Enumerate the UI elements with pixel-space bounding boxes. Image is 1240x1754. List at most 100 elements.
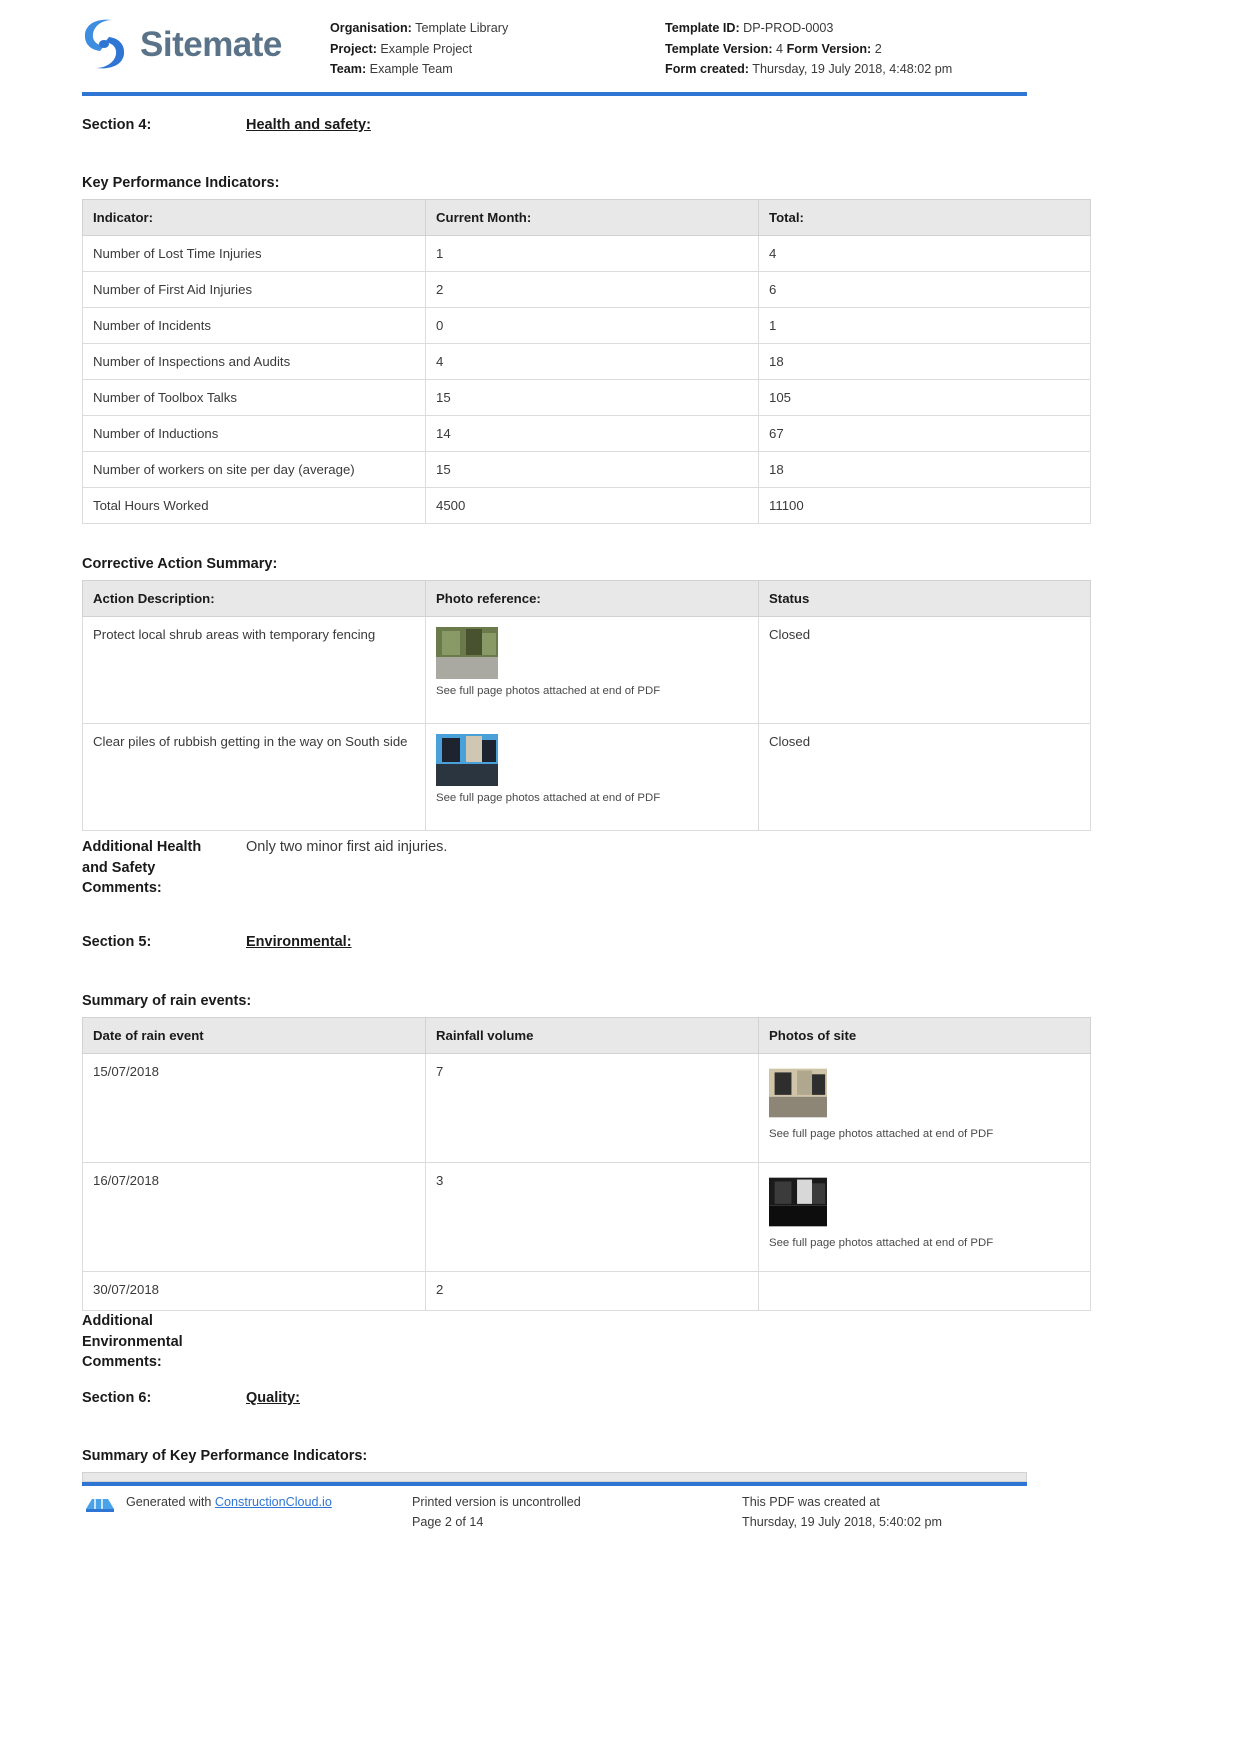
table-row: 15/07/2018 7 See full page photos attached… xyxy=(82,1053,1091,1163)
table-row: 30/07/2018 2 xyxy=(82,1271,1091,1311)
table-row: Clear piles of rubbish getting in the wa… xyxy=(82,723,1091,831)
table-row: Number of Inductions 14 67 xyxy=(82,415,1091,452)
corrective-col-description: Action Description: xyxy=(82,580,426,617)
rain-table-header-row: Date of rain event Rainfall volume Photo… xyxy=(82,1017,1091,1054)
kpi-table-wrap: Indicator: Current Month: Total: Number … xyxy=(82,199,1091,524)
table-row: Number of First Aid Injuries 2 6 xyxy=(82,271,1091,308)
table-row: Protect local shrub areas with temporary… xyxy=(82,616,1091,724)
photo-thumbnail xyxy=(436,734,498,786)
brand-name: Sitemate xyxy=(140,24,282,64)
footer-created-info: This PDF was created at Thursday, 19 Jul… xyxy=(742,1492,1027,1532)
kpi-cell-current: 15 xyxy=(425,379,759,416)
kpi-cell-current: 15 xyxy=(425,451,759,488)
meta-organisation-value: Template Library xyxy=(415,21,509,35)
document-page: Sitemate Organisation: Template Library … xyxy=(0,0,1240,1754)
kpi-cell-current: 2 xyxy=(425,271,759,308)
kpi-cell-indicator: Number of Inspections and Audits xyxy=(82,343,426,380)
kpi-heading: Key Performance Indicators: xyxy=(82,175,280,191)
table-row: 16/07/2018 3 See full page photos attached… xyxy=(82,1162,1091,1272)
footer-divider xyxy=(82,1482,1027,1486)
kpi-col-total: Total: xyxy=(758,199,1091,236)
photo-caption: See full page photos attached at end of … xyxy=(436,685,661,697)
corrective-col-status: Status xyxy=(758,580,1091,617)
kpi-cell-current: 4500 xyxy=(425,487,759,524)
meta-form-created-label: Form created: xyxy=(665,62,749,76)
rain-cell-photo: See full page photos attached at end of … xyxy=(758,1162,1091,1272)
kpi-cell-indicator: Number of Incidents xyxy=(82,307,426,344)
rain-cell-volume: 2 xyxy=(425,1271,759,1311)
kpi-cell-current: 1 xyxy=(425,235,759,272)
hs-comments-value: Only two minor first aid injuries. xyxy=(246,839,448,855)
photo-caption: See full page photos attached at end of … xyxy=(769,1237,994,1249)
table-row: Number of Lost Time Injuries 1 4 xyxy=(82,235,1091,272)
corrective-table-wrap: Action Description: Photo reference: Sta… xyxy=(82,580,1091,831)
photo-caption: See full page photos attached at end of … xyxy=(436,792,661,804)
footer-page-number: Page 2 of 14 xyxy=(412,1515,484,1529)
corrective-table-header-row: Action Description: Photo reference: Sta… xyxy=(82,580,1091,617)
kpi-table: Indicator: Current Month: Total: Number … xyxy=(82,199,1091,524)
corrective-cell-description: Clear piles of rubbish getting in the wa… xyxy=(82,723,426,831)
meta-versions: Template Version: 4 Form Version: 2 xyxy=(665,39,952,60)
kpi-cell-indicator: Number of Lost Time Injuries xyxy=(82,235,426,272)
rain-cell-photo xyxy=(758,1271,1091,1311)
document-header: Sitemate Organisation: Template Library … xyxy=(0,0,1240,95)
construction-cloud-link[interactable]: ConstructionCloud.io xyxy=(215,1495,332,1509)
rain-col-volume: Rainfall volume xyxy=(425,1017,759,1054)
rain-cell-volume: 3 xyxy=(425,1162,759,1272)
rain-cell-volume: 7 xyxy=(425,1053,759,1163)
quality-heading: Summary of Key Performance Indicators: xyxy=(82,1448,368,1464)
meta-project-value: Example Project xyxy=(380,41,473,56)
table-row: Total Hours Worked 4500 11100 xyxy=(82,487,1091,524)
construction-cloud-icon xyxy=(86,1499,114,1512)
rain-cell-date: 15/07/2018 xyxy=(82,1053,426,1163)
corrective-cell-photo: See full page photos attached at end of … xyxy=(425,723,759,831)
brand-logo: Sitemate xyxy=(0,18,330,70)
table-row: Number of Incidents 0 1 xyxy=(82,307,1091,344)
header-meta-right: Template ID: DP-PROD-0003 Template Versi… xyxy=(665,18,952,80)
meta-template-id-value: DP-PROD-0003 xyxy=(743,21,834,35)
meta-organisation-label: Organisation: xyxy=(330,21,412,35)
kpi-cell-total: 18 xyxy=(758,343,1091,380)
kpi-cell-indicator: Number of First Aid Injuries xyxy=(82,271,426,308)
footer-created-label: This PDF was created at xyxy=(742,1495,880,1509)
meta-organisation: Organisation: Template Library xyxy=(330,18,665,39)
meta-template-id-label: Template ID: xyxy=(665,21,740,35)
section-5-title: Environmental: xyxy=(246,934,352,950)
rain-table-body: 15/07/2018 7 See full page photos attached… xyxy=(82,1053,1091,1311)
photo-thumbnail xyxy=(769,1177,827,1227)
meta-template-id: Template ID: DP-PROD-0003 xyxy=(665,18,952,39)
rain-cell-date: 16/07/2018 xyxy=(82,1162,426,1272)
kpi-cell-current: 14 xyxy=(425,415,759,452)
table-row: Number of workers on site per day (avera… xyxy=(82,451,1091,488)
rain-cell-date: 30/07/2018 xyxy=(82,1271,426,1311)
kpi-col-indicator: Indicator: xyxy=(82,199,426,236)
corrective-table-body: Protect local shrub areas with temporary… xyxy=(82,616,1091,831)
kpi-cell-indicator: Total Hours Worked xyxy=(82,487,426,524)
kpi-cell-total: 6 xyxy=(758,271,1091,308)
table-row: Number of Toolbox Talks 15 105 xyxy=(82,379,1091,416)
corrective-heading: Corrective Action Summary: xyxy=(82,556,278,572)
meta-team-label: Team: xyxy=(330,62,367,76)
corrective-cell-status: Closed xyxy=(758,616,1091,724)
footer-created-value: Thursday, 19 July 2018, 5:40:02 pm xyxy=(742,1515,942,1529)
meta-form-created: Form created: Thursday, 19 July 2018, 4:… xyxy=(665,59,952,80)
kpi-table-body: Number of Lost Time Injuries 1 4 Number of … xyxy=(82,235,1091,524)
meta-template-version-label: Template Version: xyxy=(665,41,773,56)
kpi-cell-total: 105 xyxy=(758,379,1091,416)
photo-thumbnail xyxy=(436,627,498,679)
photo-caption: See full page photos attached at end of … xyxy=(769,1128,994,1140)
meta-form-created-value: Thursday, 19 July 2018, 4:48:02 pm xyxy=(752,62,953,76)
rain-cell-photo: See full page photos attached at end of … xyxy=(758,1053,1091,1163)
meta-template-version-value: 4 xyxy=(776,41,784,56)
footer-generated-prefix: Generated with xyxy=(126,1495,212,1509)
photo-thumbnail xyxy=(769,1068,827,1118)
document-footer: Generated with ConstructionCloud.io Prin… xyxy=(82,1492,1027,1532)
kpi-cell-current: 4 xyxy=(425,343,759,380)
rain-col-date: Date of rain event xyxy=(82,1017,426,1054)
section-6-label: Section 6: xyxy=(82,1390,152,1406)
kpi-cell-indicator: Number of Toolbox Talks xyxy=(82,379,426,416)
header-divider xyxy=(82,92,1027,96)
rain-heading: Summary of rain events: xyxy=(82,993,252,1009)
footer-generated-with: Generated with ConstructionCloud.io xyxy=(82,1492,412,1532)
hs-comments-label: Additional Health and Safety Comments: xyxy=(82,839,202,896)
